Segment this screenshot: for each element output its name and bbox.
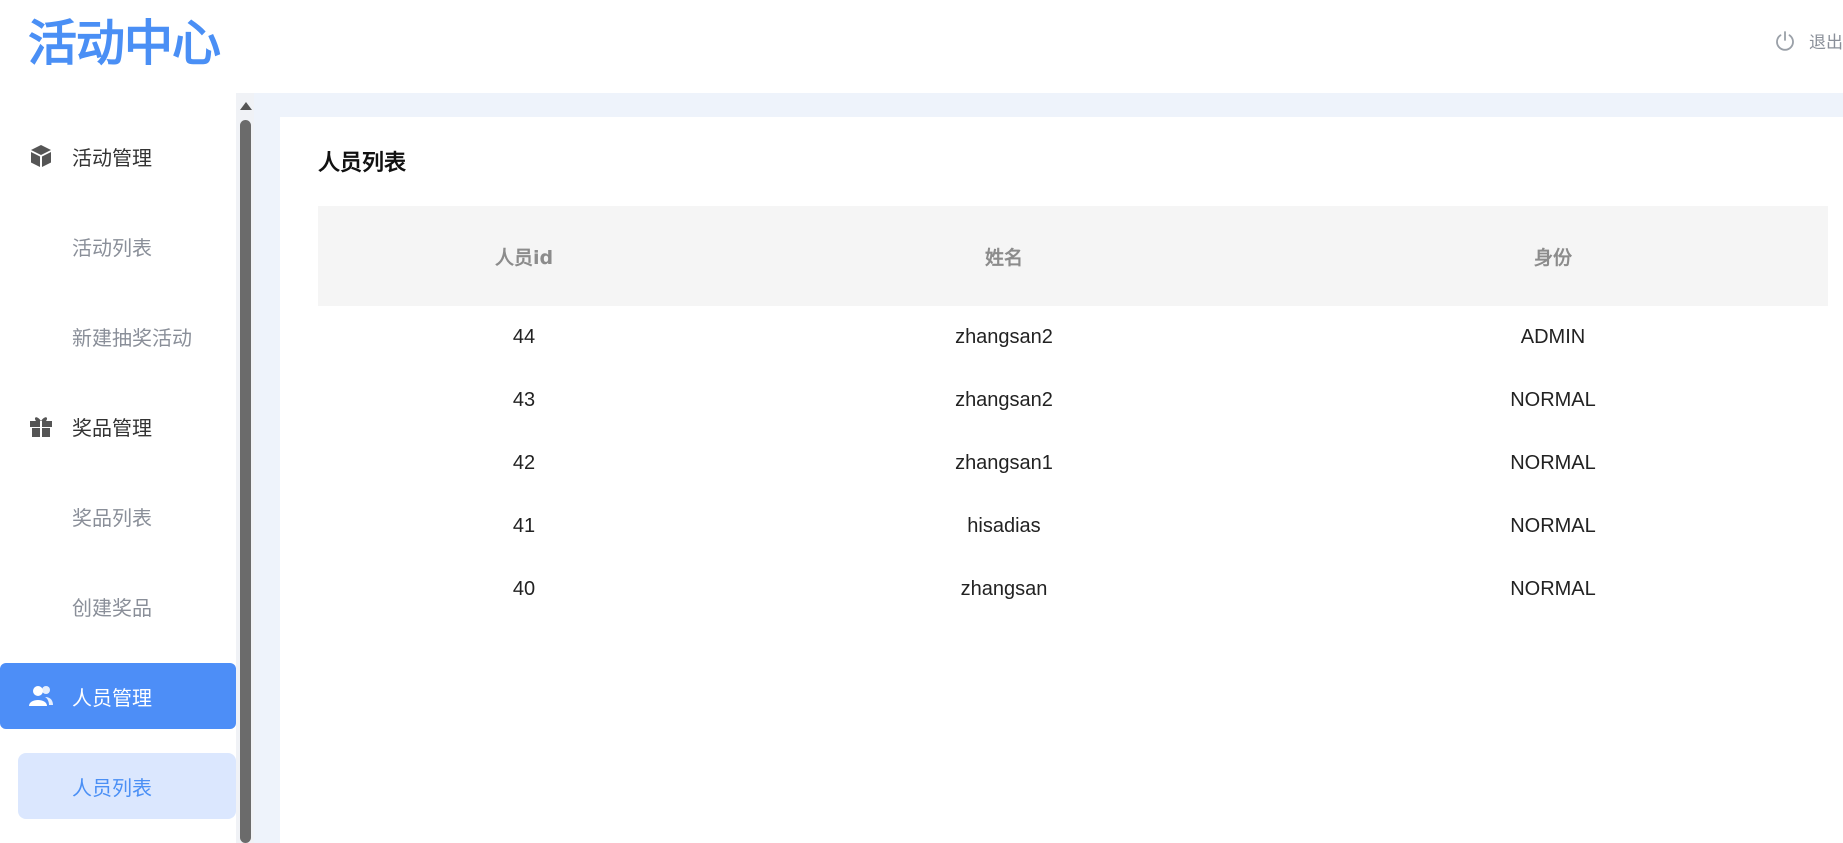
cell-name: zhangsan2 xyxy=(955,389,1053,411)
table-row: 40 zhangsan NORMAL xyxy=(318,558,1828,621)
sidebar-group-label: 人员管理 xyxy=(72,685,152,710)
cell-role: ADMIN xyxy=(1520,326,1586,348)
cell-name: zhangsan1 xyxy=(955,452,1053,474)
sidebar-item-label: 奖品列表 xyxy=(72,505,152,530)
power-icon xyxy=(1773,29,1797,53)
cell-role: NORMAL xyxy=(1510,452,1596,474)
sidebar: 活动管理 活动列表 新建抽奖活动 奖品管理 奖品列表 创建奖品 人员管理 人员列… xyxy=(0,93,236,843)
sidebar-group-label: 奖品管理 xyxy=(72,415,152,440)
column-header-id: 人员id xyxy=(494,246,554,269)
sidebar-item-activity-list[interactable]: 活动列表 xyxy=(18,213,236,279)
sidebar-item-label: 新建抽奖活动 xyxy=(72,325,192,350)
column-header-role: 身份 xyxy=(1533,246,1572,269)
table-row: 43 zhangsan2 NORMAL xyxy=(318,369,1828,432)
sidebar-group-activity-management[interactable]: 活动管理 xyxy=(0,123,236,189)
table-row: 42 zhangsan1 NORMAL xyxy=(318,432,1828,495)
cell-role: NORMAL xyxy=(1510,578,1596,600)
users-icon xyxy=(28,683,54,709)
cell-name: hisadias xyxy=(967,515,1041,537)
table-row: 44 zhangsan2 ADMIN xyxy=(318,306,1828,369)
logout-label: 退出 xyxy=(1809,33,1843,53)
sidebar-group-label: 活动管理 xyxy=(72,145,152,170)
scroll-up-arrow-icon[interactable] xyxy=(240,102,252,110)
cell-id: 41 xyxy=(512,515,536,537)
cell-id: 43 xyxy=(512,389,536,411)
sidebar-group-personnel-management[interactable]: 人员管理 xyxy=(0,663,236,729)
cube-icon xyxy=(28,143,54,169)
sidebar-item-label: 人员列表 xyxy=(72,775,152,800)
personnel-table: 人员id 姓名 身份 44 zhangsan2 ADMIN 43 zhangsa… xyxy=(318,206,1828,621)
sidebar-group-prize-management[interactable]: 奖品管理 xyxy=(0,393,236,459)
sidebar-item-label: 创建奖品 xyxy=(72,595,152,620)
sidebar-item-label: 活动列表 xyxy=(72,235,152,260)
logout-button[interactable]: 退出 xyxy=(1773,28,1843,53)
gift-icon xyxy=(28,413,54,439)
sidebar-item-personnel-list[interactable]: 人员列表 xyxy=(18,753,236,819)
cell-role: NORMAL xyxy=(1510,515,1596,537)
sidebar-item-new-lottery[interactable]: 新建抽奖活动 xyxy=(18,303,236,369)
page-title: 人员列表 xyxy=(318,151,407,176)
cell-role: NORMAL xyxy=(1510,389,1596,411)
scrollbar-thumb[interactable] xyxy=(240,120,251,843)
cell-id: 42 xyxy=(512,452,536,474)
cell-id: 44 xyxy=(512,326,536,348)
cell-name: zhangsan2 xyxy=(955,326,1053,348)
table-row: 41 hisadias NORMAL xyxy=(318,495,1828,558)
top-header: 活动中心 退出 xyxy=(0,0,1843,93)
sidebar-item-prize-list[interactable]: 奖品列表 xyxy=(18,483,236,549)
column-header-name: 姓名 xyxy=(984,246,1023,269)
app-logo[interactable]: 活动中心 xyxy=(28,12,221,76)
sidebar-item-create-prize[interactable]: 创建奖品 xyxy=(18,573,236,639)
cell-id: 40 xyxy=(512,578,536,600)
table-header: 人员id 姓名 身份 xyxy=(318,206,1828,306)
cell-name: zhangsan xyxy=(960,578,1048,600)
